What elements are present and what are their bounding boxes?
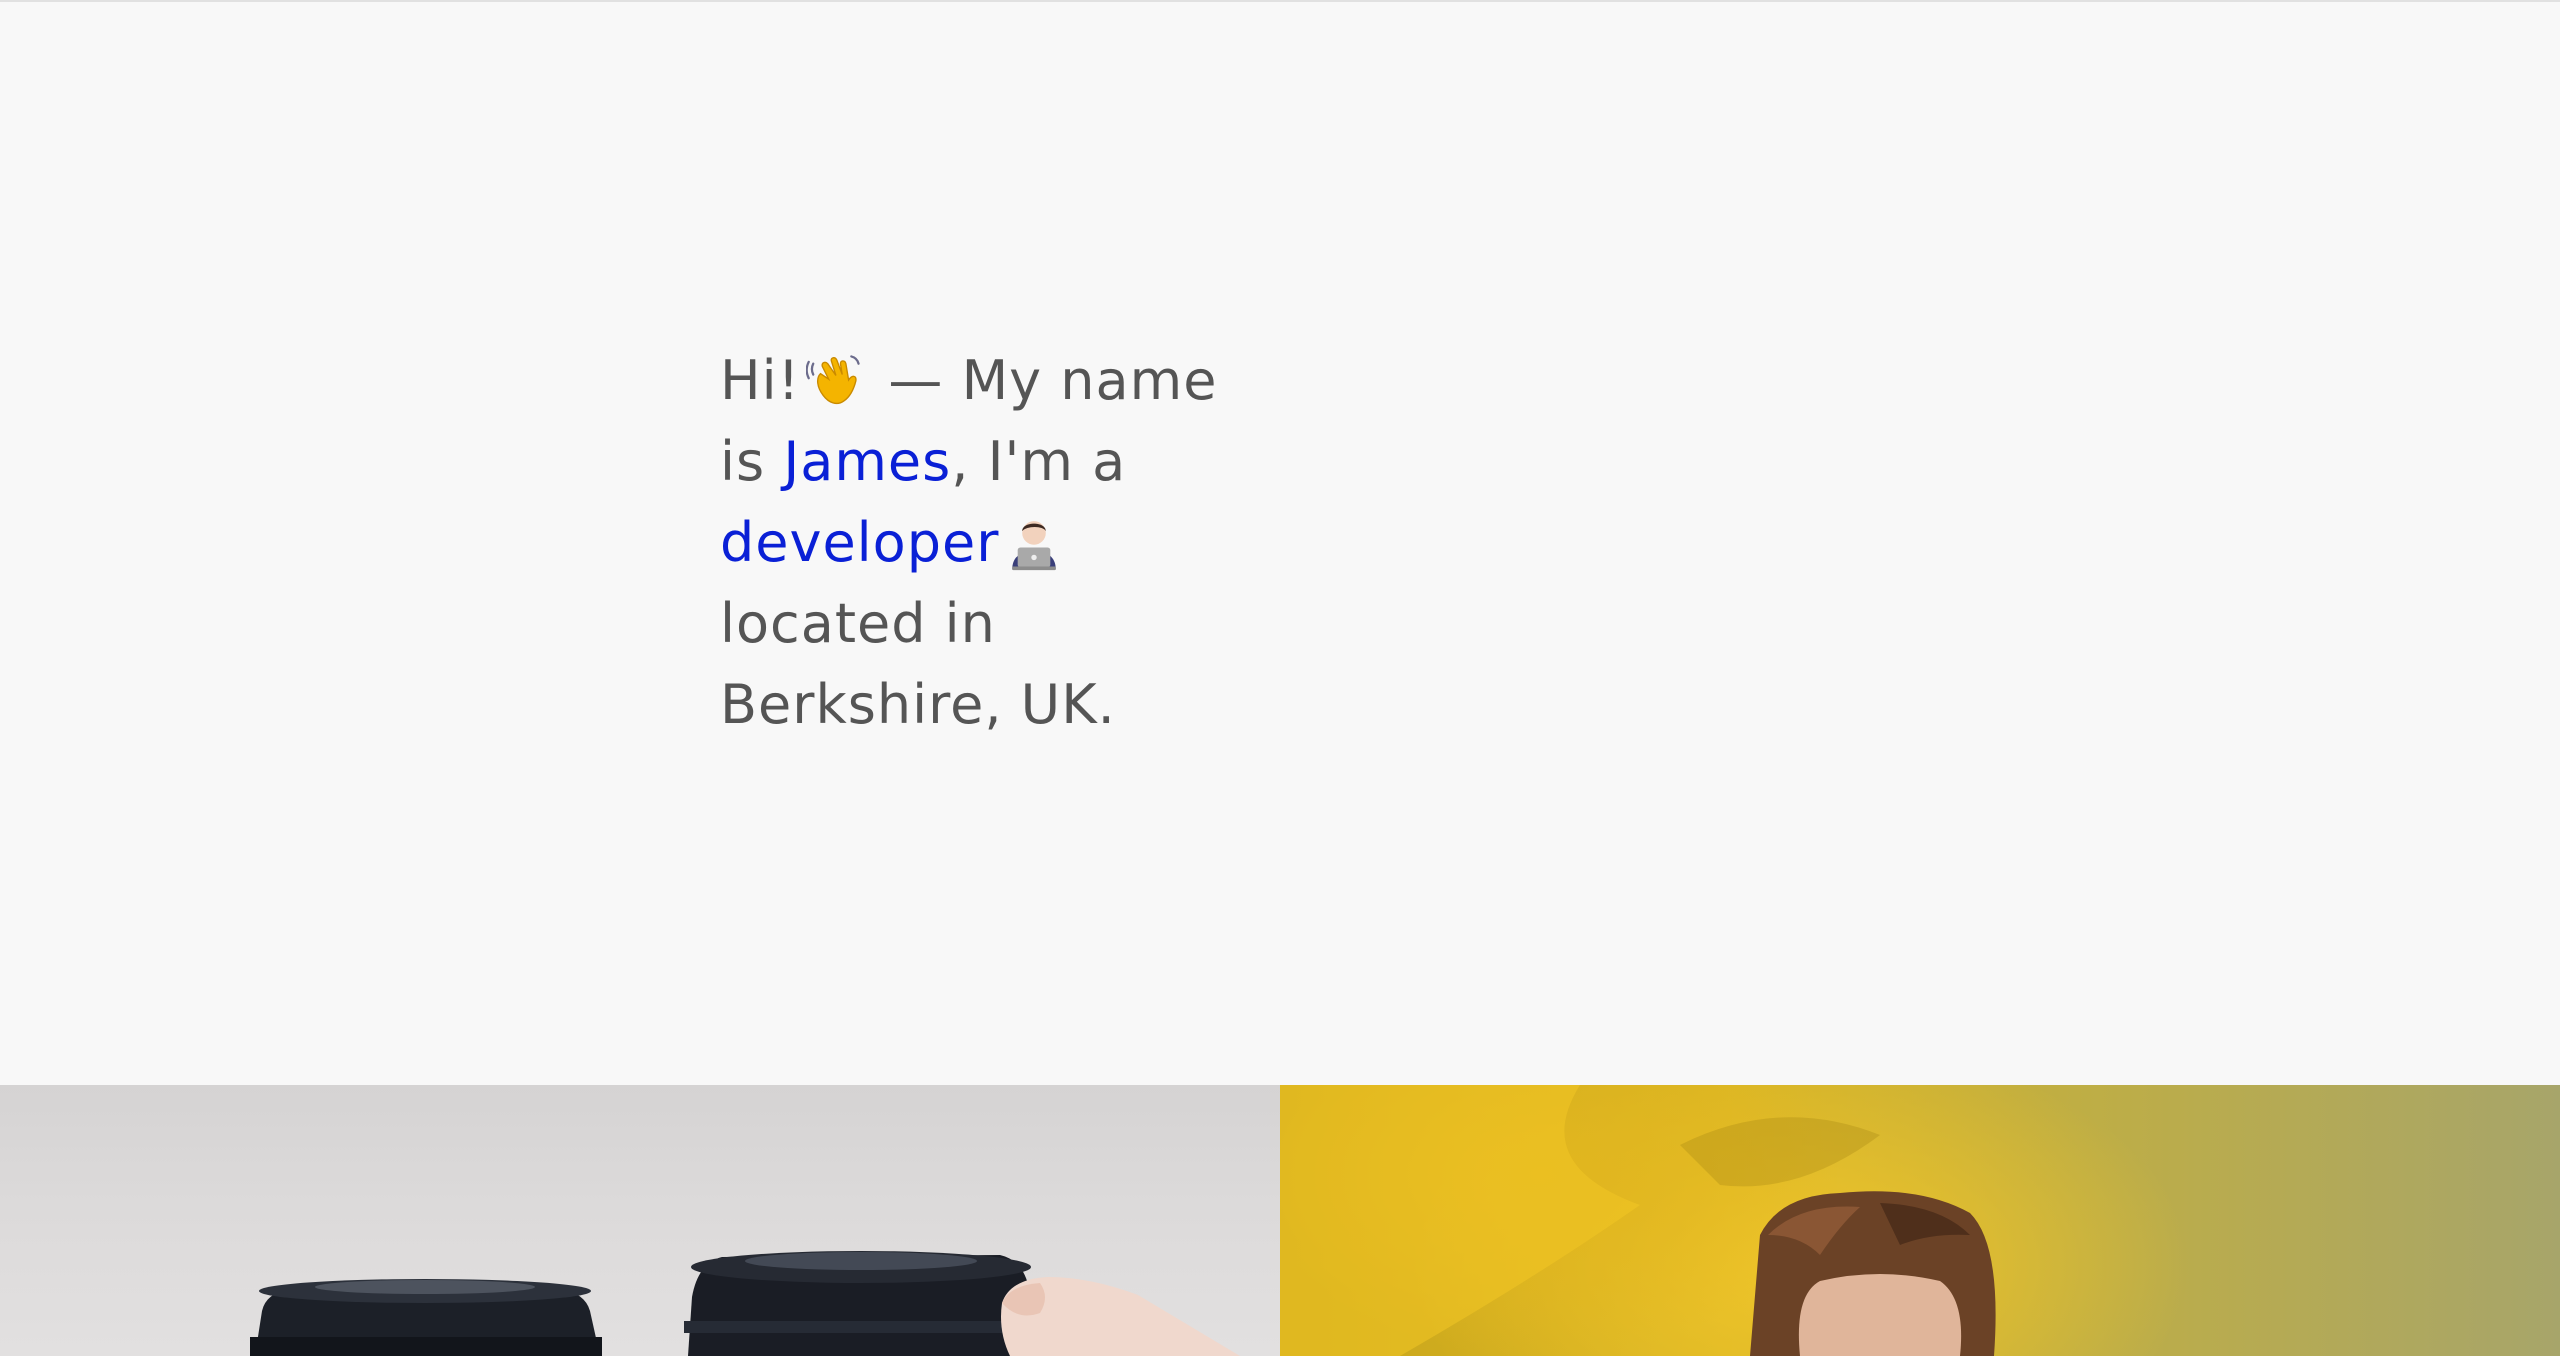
technologist-icon — [1005, 513, 1063, 571]
intro-middle-text: , I'm a — [951, 430, 1127, 493]
coffee-cups-photo[interactable] — [0, 1085, 1280, 1356]
location-text: located in Berkshire, UK. — [720, 592, 1116, 736]
waving-hand-icon — [806, 351, 864, 409]
name-link[interactable]: James — [783, 430, 951, 493]
yellow-smoke-portrait-photo[interactable] — [1280, 1085, 2560, 1356]
coffee-cups-illustration — [250, 1251, 1240, 1356]
intro-heading: Hi! — My name is James, I'm a developer … — [720, 340, 1260, 745]
hero-section: Hi! — My name is James, I'm a developer … — [0, 2, 2560, 1085]
greeting-text: Hi! — [720, 349, 801, 412]
photo-gallery — [0, 1085, 2560, 1356]
smoke-portrait-illustration — [1280, 1085, 1996, 1356]
developer-link[interactable]: developer — [720, 511, 999, 574]
